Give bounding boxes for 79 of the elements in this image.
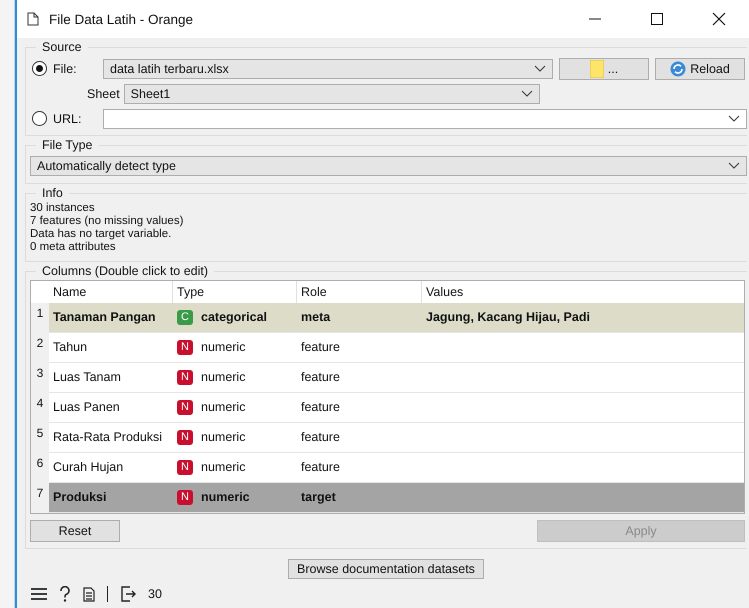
- help-icon[interactable]: [59, 586, 71, 602]
- row-number: 4: [31, 393, 49, 423]
- document-icon[interactable]: [83, 586, 95, 602]
- caret-icon: [728, 162, 740, 170]
- table-cell: numeric: [201, 341, 246, 354]
- reload-button[interactable]: Reload: [655, 58, 745, 80]
- reset-button[interactable]: Reset: [30, 520, 120, 542]
- type-badge: N: [177, 400, 193, 415]
- menu-icon[interactable]: [31, 588, 47, 600]
- row-number: 2: [31, 333, 49, 363]
- table-row[interactable]: Luas Panen N numeric feature: [49, 393, 744, 423]
- radio-label: URL:: [53, 112, 82, 126]
- table-cell-text: Luas Panen: [52, 401, 121, 414]
- table-cell-text: feature: [300, 341, 341, 354]
- table-cell-text: Curah Hujan: [52, 461, 124, 474]
- type-badge: N: [177, 490, 193, 505]
- browse-file-button[interactable]: ...: [559, 58, 649, 80]
- output-count: 30: [148, 587, 162, 601]
- file-type-dropdown[interactable]: Automatically detect type: [30, 156, 747, 176]
- table-cell-text: meta: [300, 311, 332, 324]
- table-row[interactable]: Luas Tanam N numeric feature: [49, 363, 744, 393]
- sheet-dropdown[interactable]: Sheet1: [124, 84, 540, 104]
- table-cell-text: feature: [300, 371, 341, 384]
- table-cell-text: feature: [300, 431, 341, 444]
- group-title: File Type: [41, 138, 94, 152]
- group-title: Source: [41, 40, 83, 54]
- table-cell: numeric: [201, 431, 246, 444]
- type-badge: N: [177, 340, 193, 355]
- table-cell-text: Produksi: [52, 491, 108, 504]
- sheet-label: Sheet: [87, 86, 120, 100]
- table-row[interactable]: Tanaman Pangan C categorical meta Jagung, Kacang Hijau, Padi: [49, 303, 744, 333]
- output-icon[interactable]: [120, 586, 136, 602]
- table-row[interactable]: Produksi N numeric target: [49, 483, 744, 513]
- radio-label: File:: [53, 62, 78, 76]
- reload-icon: [670, 60, 686, 76]
- table-cell-text: feature: [300, 461, 341, 474]
- type-badge: C: [177, 310, 193, 325]
- folder-icon: [590, 60, 604, 78]
- table-cell: numeric: [201, 371, 246, 384]
- url-field[interactable]: [103, 108, 747, 128]
- row-number: 5: [31, 423, 49, 453]
- table-cell-text: Rata-Rata Produksi: [52, 431, 164, 444]
- info-text: 0 meta attributes: [30, 241, 117, 254]
- close-icon[interactable]: [712, 12, 726, 26]
- type-badge: N: [177, 430, 193, 445]
- table-cell-text: Luas Tanam: [52, 371, 122, 384]
- radio-button[interactable]: [32, 61, 47, 76]
- row-number: 7: [31, 483, 49, 513]
- caret-icon: [520, 90, 533, 98]
- table-cell: numeric: [201, 401, 246, 414]
- table-cell-text: target: [300, 491, 337, 504]
- radio-button[interactable]: [32, 111, 47, 126]
- row-number: 6: [31, 453, 49, 483]
- file-dropdown[interactable]: data latih terbaru.xlsx: [103, 58, 553, 78]
- row-number: 3: [31, 363, 49, 393]
- table-cell: numeric: [201, 491, 250, 504]
- table-row[interactable]: Tahun N numeric feature: [49, 333, 744, 363]
- table-row[interactable]: Rata-Rata Produksi N numeric feature: [49, 423, 744, 453]
- row-number: 1: [31, 303, 49, 333]
- info-text: Data has no target variable.: [30, 228, 172, 241]
- type-badge: N: [177, 370, 193, 385]
- table-cell-text: feature: [300, 401, 341, 414]
- table-cell: numeric: [201, 461, 246, 474]
- table-cell-text: Tahun: [52, 341, 88, 354]
- table-cell: categorical: [201, 311, 268, 324]
- column-header[interactable]: Values: [422, 281, 744, 303]
- info-text: 7 features (no missing values): [30, 215, 184, 228]
- browse-datasets-button[interactable]: Browse documentation datasets: [288, 559, 484, 579]
- table-cell-text: Jagung, Kacang Hijau, Padi: [425, 311, 591, 324]
- info-text: 30 instances: [30, 202, 96, 215]
- table-cell-text: Tanaman Pangan: [52, 311, 157, 324]
- caret-icon: [728, 114, 740, 122]
- group-title: Info: [41, 186, 64, 200]
- document-icon: [27, 12, 39, 26]
- group-title: Columns (Double click to edit): [41, 264, 210, 278]
- window-title: File Data Latih - Orange: [49, 12, 194, 26]
- maximize-icon[interactable]: [650, 12, 664, 26]
- caret-icon: [534, 64, 546, 72]
- type-badge: N: [177, 460, 193, 475]
